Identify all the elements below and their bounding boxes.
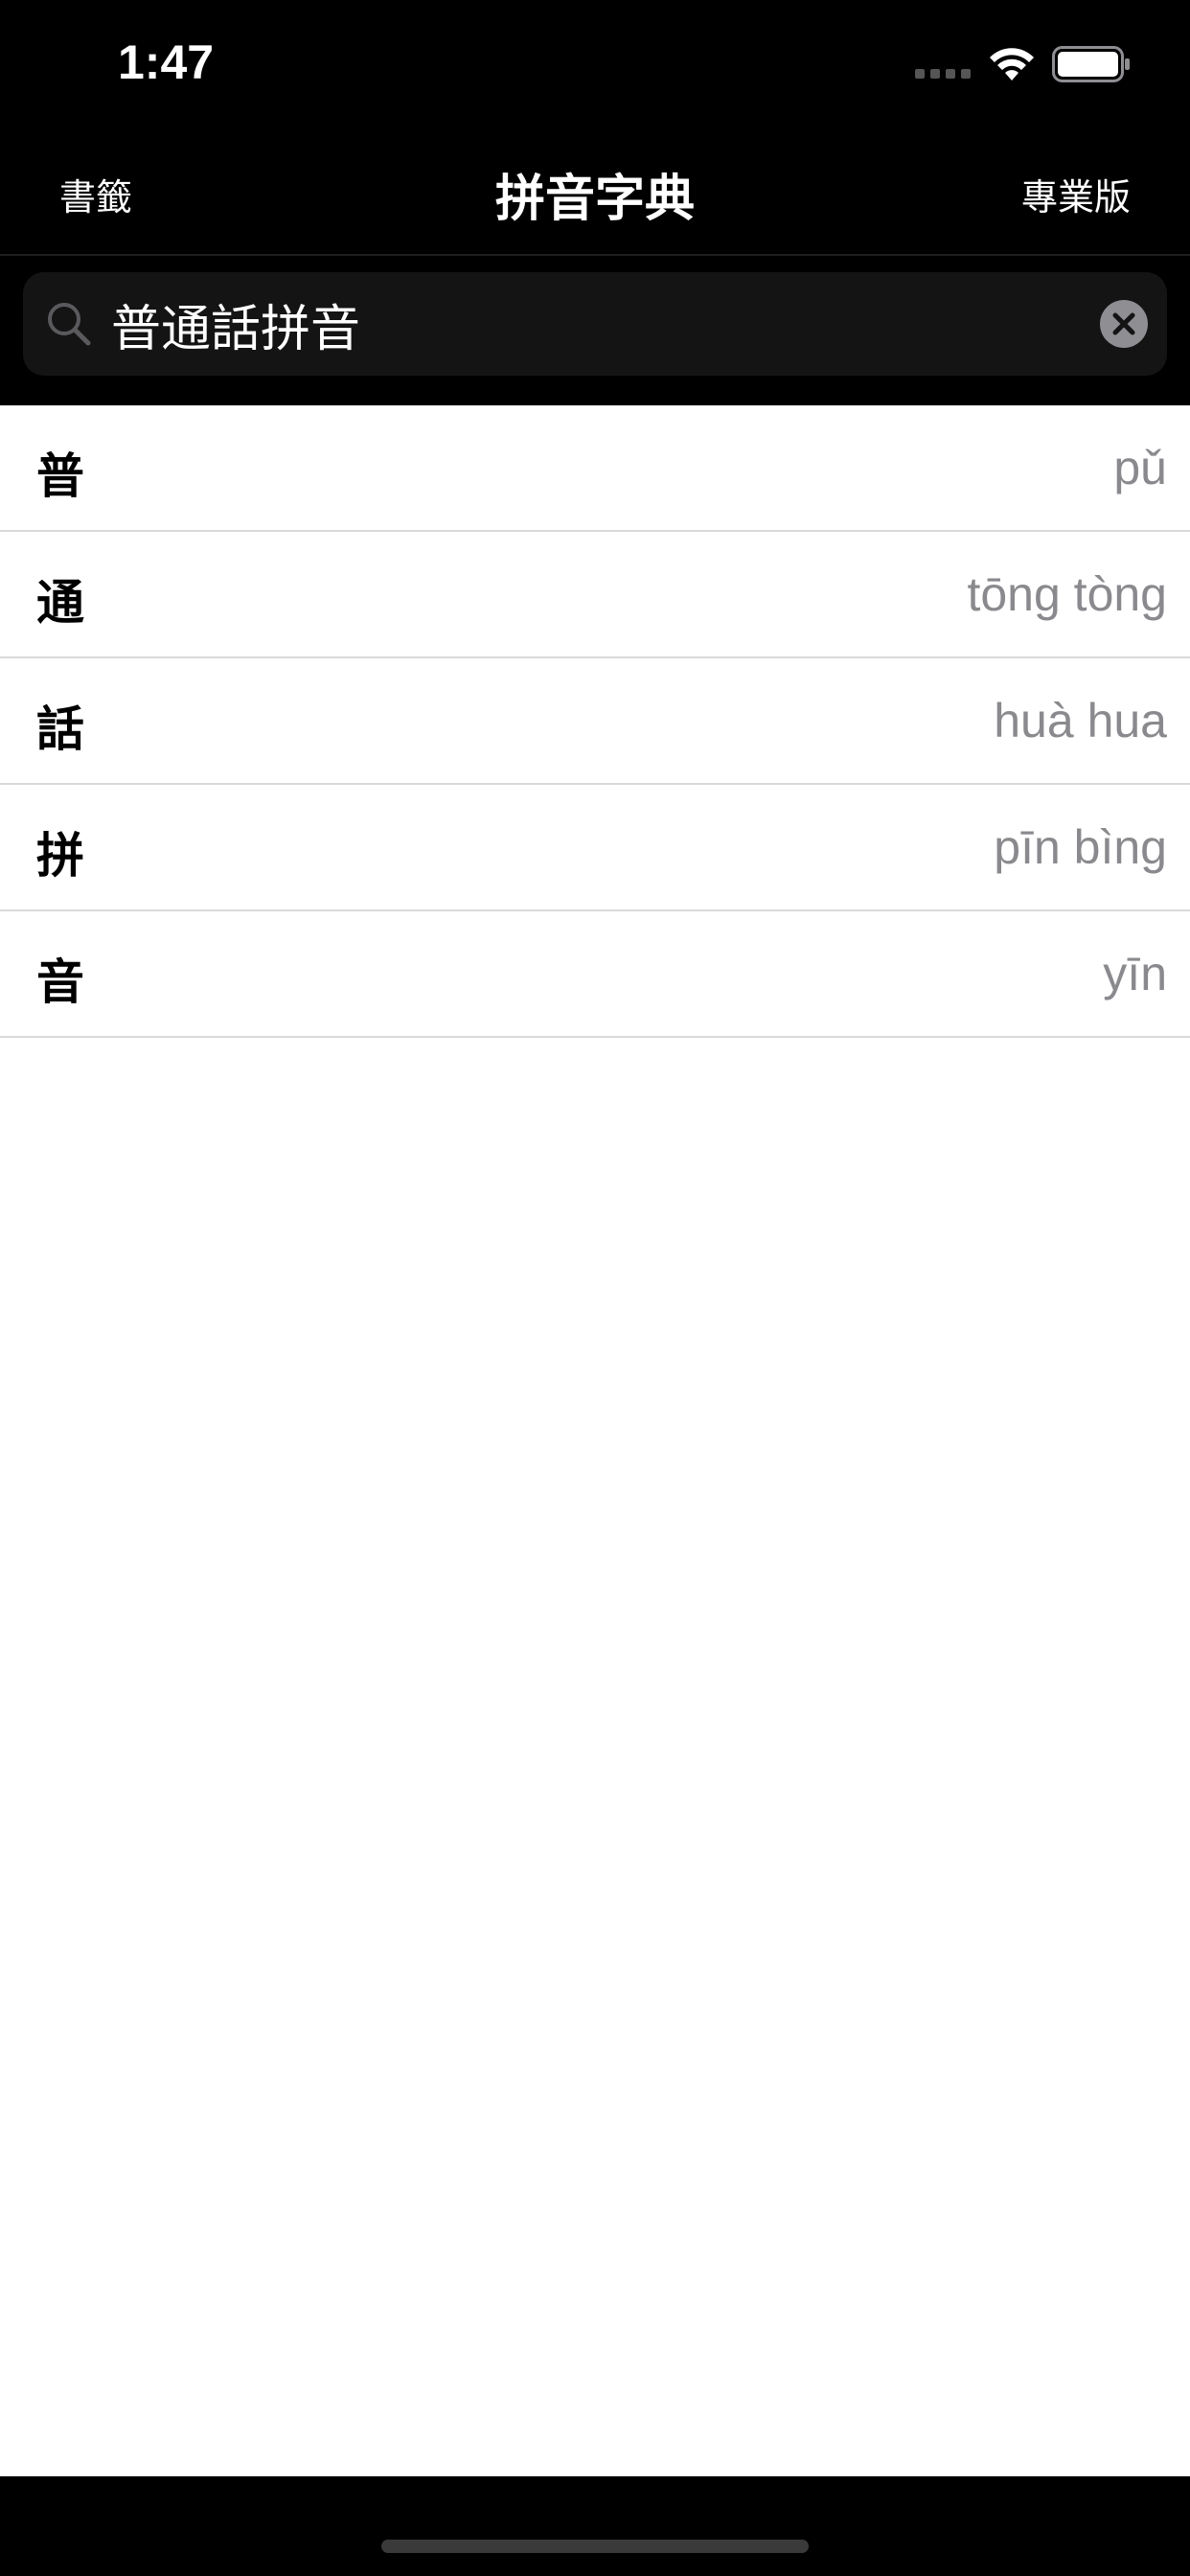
character-label: 話 xyxy=(36,702,84,757)
pinyin-label: pǔ xyxy=(1113,441,1167,494)
page-title: 拼音字典 xyxy=(494,171,695,228)
search-area xyxy=(0,256,1190,405)
battery-icon xyxy=(1052,46,1130,82)
signal-icon xyxy=(915,69,971,82)
character-label: 普 xyxy=(36,448,84,504)
list-item[interactable]: 普 pǔ xyxy=(0,405,1190,532)
character-label: 通 xyxy=(36,575,84,631)
search-input[interactable] xyxy=(111,288,1069,360)
search-field[interactable] xyxy=(23,272,1167,376)
list-item[interactable]: 通 tōng tòng xyxy=(0,532,1190,658)
list-item[interactable]: 拼 pīn bìng xyxy=(0,785,1190,911)
results-list: 普 pǔ 通 tōng tòng 話 huà hua 拼 pīn bìng 音 … xyxy=(0,405,1190,2476)
home-indicator[interactable] xyxy=(381,2540,809,2553)
clear-search-button[interactable] xyxy=(1100,300,1148,348)
character-label: 拼 xyxy=(36,828,84,884)
nav-bar: 書籤 拼音字典 專業版 xyxy=(0,129,1190,256)
pinyin-label: pīn bìng xyxy=(994,820,1167,874)
wifi-icon xyxy=(990,48,1034,80)
status-time: 1:47 xyxy=(118,35,215,89)
character-label: 音 xyxy=(36,954,84,1010)
status-bar: 1:47 xyxy=(0,0,1190,129)
home-area xyxy=(0,2476,1190,2576)
pinyin-label: yīn xyxy=(1103,947,1167,1000)
list-item[interactable]: 話 huà hua xyxy=(0,658,1190,785)
clear-icon xyxy=(1112,312,1135,335)
pinyin-label: tōng tòng xyxy=(967,567,1167,621)
pro-version-button[interactable]: 專業版 xyxy=(1021,168,1131,220)
search-icon xyxy=(48,303,91,346)
list-item[interactable]: 音 yīn xyxy=(0,911,1190,1038)
pinyin-label: huà hua xyxy=(994,694,1167,748)
